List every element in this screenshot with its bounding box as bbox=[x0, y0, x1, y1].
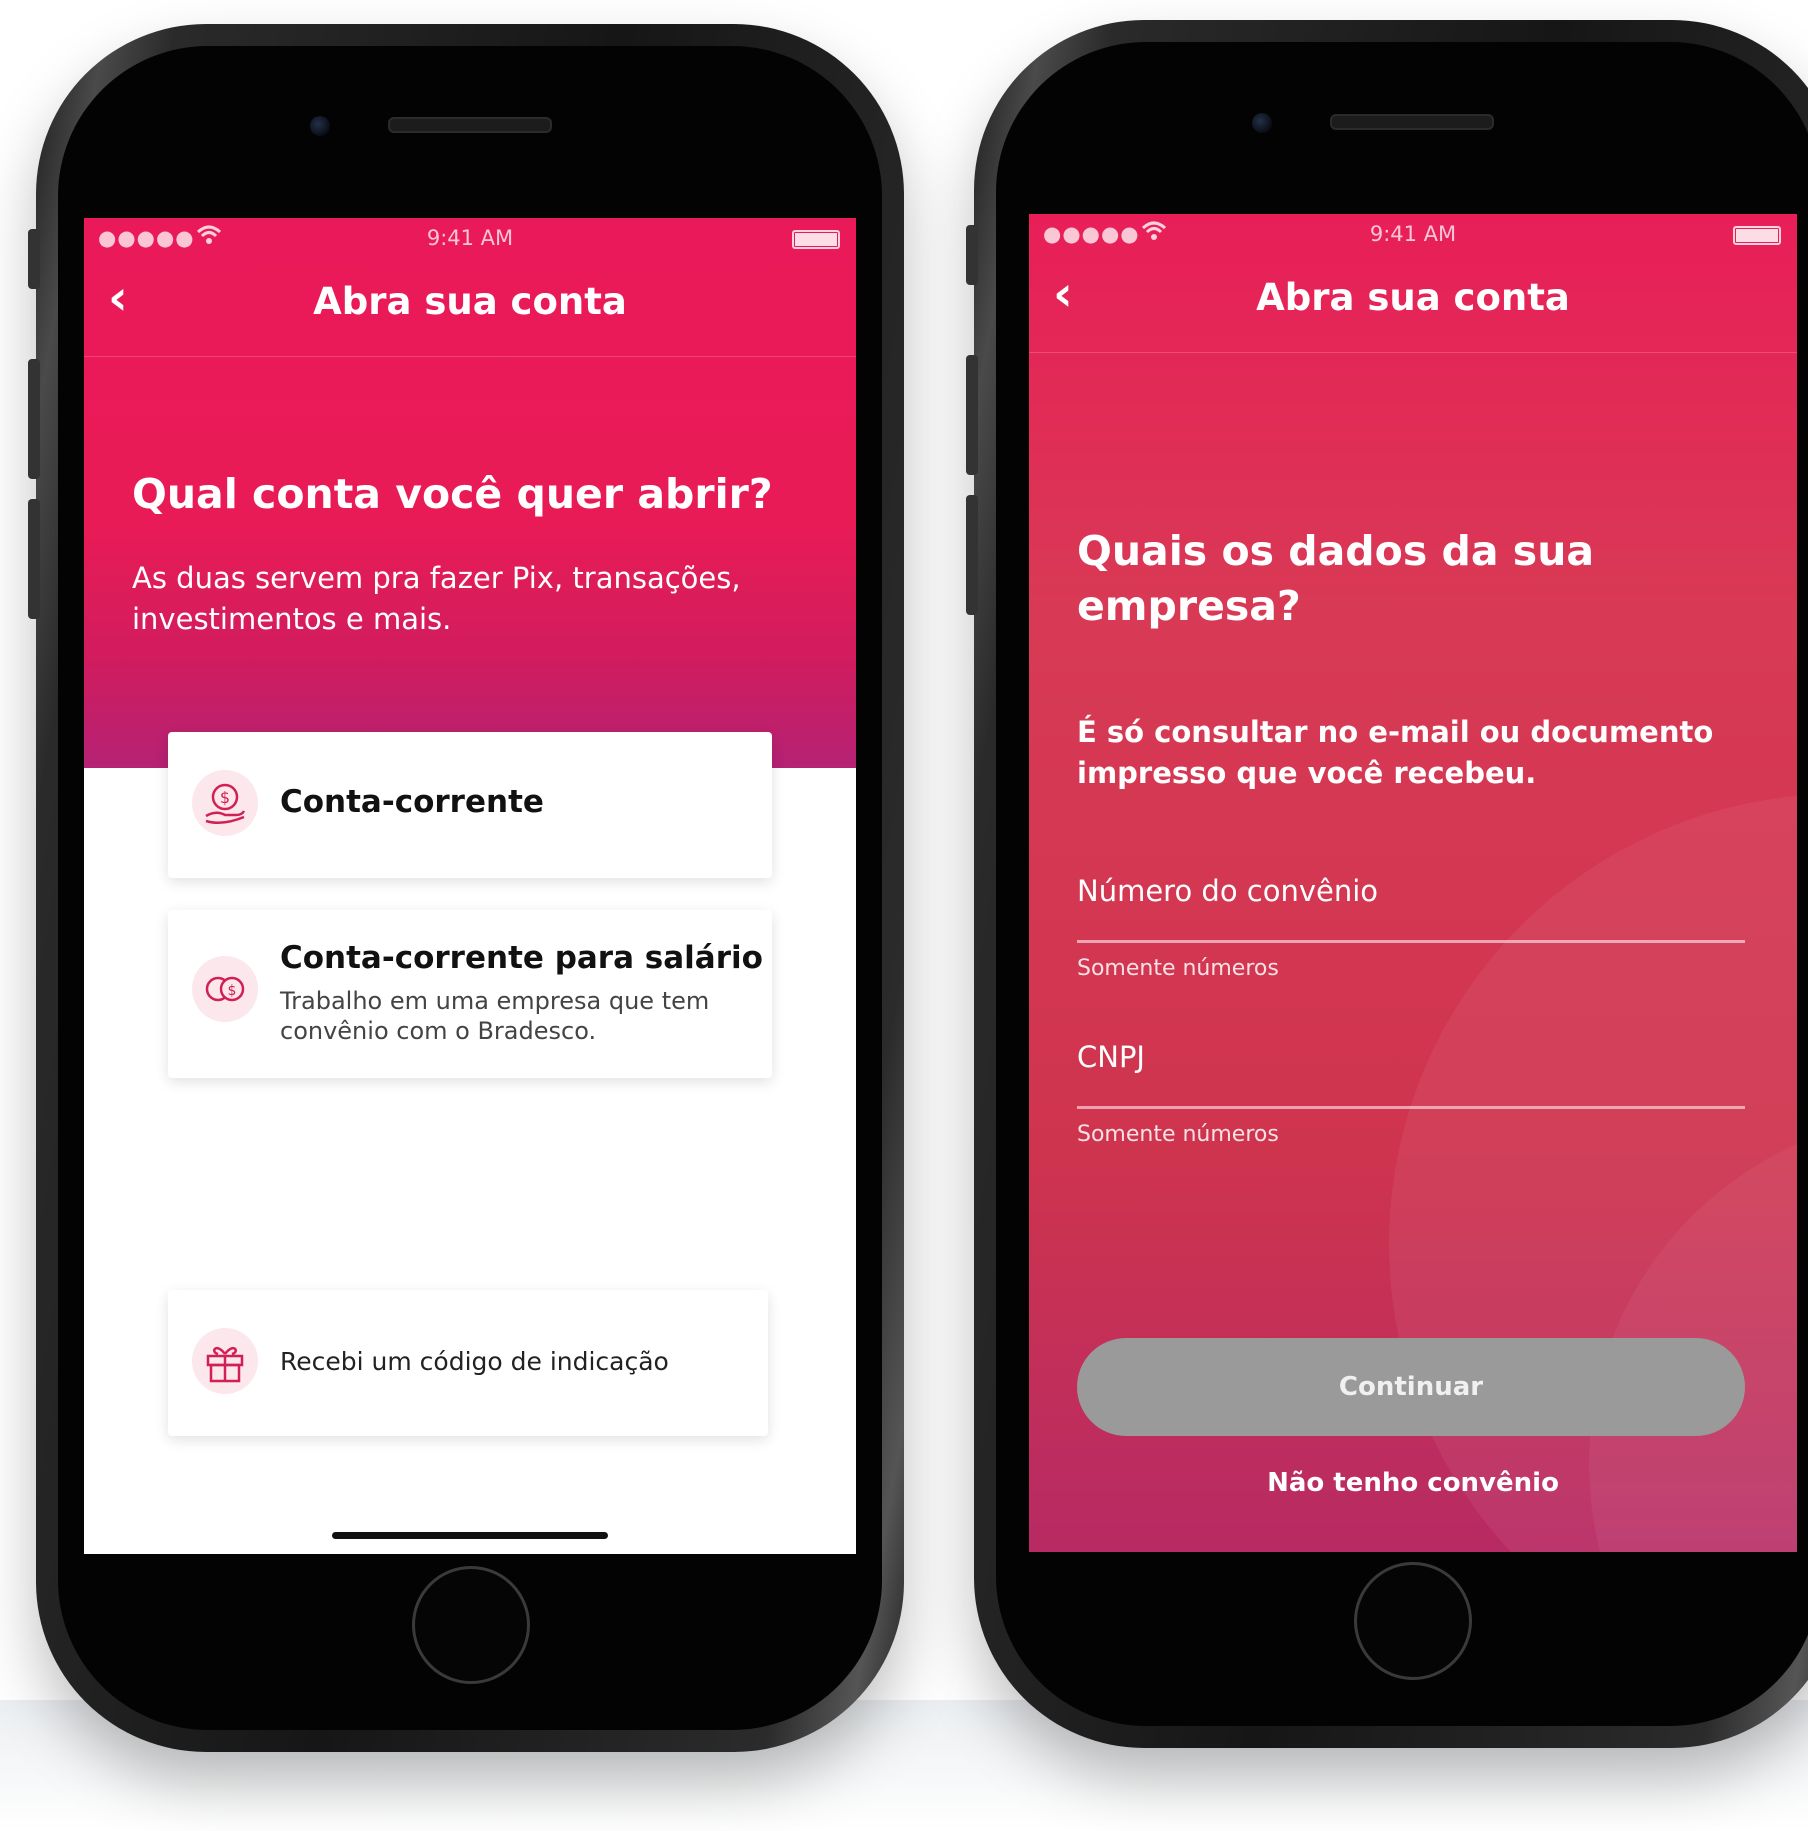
page-subtitle: É só consultar no e-mail ou documento im… bbox=[1077, 712, 1713, 794]
page-subtitle: As duas servem pra fazer Pix, transações… bbox=[132, 558, 741, 640]
option-title: Conta-corrente bbox=[280, 784, 544, 820]
battery-icon bbox=[792, 230, 840, 249]
hand-coin-icon: $ bbox=[192, 770, 258, 836]
status-time: 9:41 AM bbox=[1369, 222, 1457, 246]
field-label: Número do convênio bbox=[1077, 874, 1379, 908]
svg-text:$: $ bbox=[220, 788, 230, 807]
field-helper: Somente números bbox=[1077, 1122, 1279, 1147]
subtitle-line: impresso que você recebeu. bbox=[1077, 756, 1537, 790]
subtitle-line: É só consultar no e-mail ou documento bbox=[1077, 715, 1714, 749]
left-screen: ●●●●● 9:41 AM ‹ Abra sua conta Qual cont… bbox=[84, 218, 856, 1554]
agreement-number-field[interactable]: Número do convênio Somente números bbox=[1077, 874, 1747, 984]
continue-button[interactable]: Continuar bbox=[1077, 1338, 1745, 1436]
cnpj-field[interactable]: CNPJ Somente números bbox=[1077, 1040, 1747, 1150]
no-agreement-link[interactable]: Não tenho convênio bbox=[1029, 1468, 1797, 1498]
earpiece-speaker bbox=[388, 117, 552, 133]
status-bar: ●●●●● 9:41 AM bbox=[84, 218, 856, 260]
gift-icon bbox=[192, 1328, 258, 1394]
field-label: CNPJ bbox=[1077, 1040, 1145, 1074]
field-underline bbox=[1077, 1106, 1745, 1109]
description-line: convênio com o Bradesco. bbox=[280, 1017, 597, 1045]
home-button[interactable] bbox=[412, 1566, 530, 1684]
status-time: 9:41 AM bbox=[426, 226, 514, 250]
left-phone: ●●●●● 9:41 AM ‹ Abra sua conta Qual cont… bbox=[28, 24, 904, 1752]
home-button[interactable] bbox=[1354, 1562, 1472, 1680]
nav-title: Abra sua conta bbox=[1256, 276, 1570, 319]
nav-bar: ‹ Abra sua conta bbox=[1029, 256, 1797, 353]
earpiece-speaker bbox=[1330, 114, 1494, 130]
right-screen: ●●●●● 9:41 AM ‹ Abra sua conta Quais os … bbox=[1029, 214, 1797, 1552]
option-conta-salario[interactable]: $ Conta-corrente para salário Trabalho e… bbox=[168, 910, 772, 1078]
field-underline bbox=[1077, 940, 1745, 943]
heading-line: Quais os dados da sua bbox=[1077, 527, 1595, 575]
description-line: Trabalho em uma empresa que tem bbox=[280, 987, 710, 1015]
subtitle-line: As duas servem pra fazer Pix, transações… bbox=[132, 561, 741, 595]
battery-icon bbox=[1733, 226, 1781, 245]
subtitle-line: investimentos e mais. bbox=[132, 602, 452, 636]
volume-up-button bbox=[28, 359, 40, 479]
right-phone: ●●●●● 9:41 AM ‹ Abra sua conta Quais os … bbox=[966, 20, 1808, 1748]
volume-down-button bbox=[966, 495, 978, 615]
mute-switch bbox=[28, 229, 40, 289]
option-description: Trabalho em uma empresa que tem convênio… bbox=[280, 986, 709, 1046]
home-indicator bbox=[332, 1532, 608, 1539]
field-helper: Somente números bbox=[1077, 956, 1279, 981]
front-camera bbox=[1252, 113, 1272, 133]
svg-text:$: $ bbox=[228, 983, 237, 999]
front-camera bbox=[310, 116, 330, 136]
status-bar: ●●●●● 9:41 AM bbox=[1029, 214, 1797, 256]
page-heading: Quais os dados da sua empresa? bbox=[1077, 524, 1594, 634]
volume-up-button bbox=[966, 355, 978, 475]
referral-label: Recebi um código de indicação bbox=[280, 1347, 669, 1376]
referral-code-option[interactable]: Recebi um código de indicação bbox=[168, 1290, 768, 1436]
nav-bar: ‹ Abra sua conta bbox=[84, 260, 856, 357]
page-heading: Qual conta você quer abrir? bbox=[132, 470, 773, 518]
mute-switch bbox=[966, 225, 978, 285]
nav-title: Abra sua conta bbox=[313, 280, 627, 323]
volume-down-button bbox=[28, 499, 40, 619]
option-title: Conta-corrente para salário bbox=[280, 940, 763, 976]
option-conta-corrente[interactable]: $ Conta-corrente bbox=[168, 732, 772, 878]
heading-line: empresa? bbox=[1077, 582, 1301, 630]
coins-icon: $ bbox=[192, 956, 258, 1022]
